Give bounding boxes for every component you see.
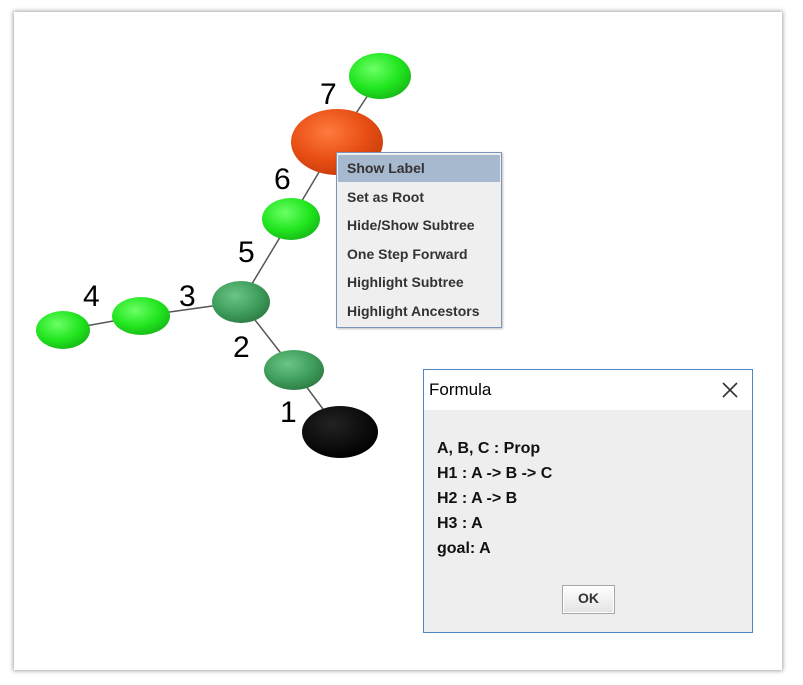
ok-button[interactable]: OK xyxy=(562,585,615,614)
menu-item-set-as-root[interactable]: Set as Root xyxy=(338,184,500,211)
formula-line: A, B, C : Prop xyxy=(437,440,541,457)
close-icon[interactable] xyxy=(718,378,742,402)
tree-node-4a[interactable] xyxy=(112,297,170,335)
menu-item-highlight-subtree[interactable]: Highlight Subtree xyxy=(338,269,500,296)
menu-item-one-step-forward[interactable]: One Step Forward xyxy=(338,241,500,268)
node-label-3: 3 xyxy=(179,280,196,313)
menu-item-show-label[interactable]: Show Label xyxy=(338,155,500,182)
dialog-titlebar[interactable]: Formula xyxy=(424,370,752,410)
node-label-1: 1 xyxy=(280,396,297,429)
menu-item-highlight-ancestors[interactable]: Highlight Ancestors xyxy=(338,298,500,325)
node-label-6: 6 xyxy=(274,163,291,196)
context-menu: Show Label Set as Root Hide/Show Subtree… xyxy=(336,152,502,328)
node-label-5: 5 xyxy=(238,236,255,269)
tree-node-3[interactable] xyxy=(212,281,270,323)
formula-line: H2 : A -> B xyxy=(437,490,518,507)
node-label-4: 4 xyxy=(83,280,100,313)
tree-node-top[interactable] xyxy=(349,53,411,99)
menu-item-hide-show-subtree[interactable]: Hide/Show Subtree xyxy=(338,212,500,239)
formula-line: goal: A xyxy=(437,540,491,557)
node-label-7: 7 xyxy=(320,78,337,111)
formula-line: H3 : A xyxy=(437,515,483,532)
tree-node-root[interactable] xyxy=(302,406,378,458)
formula-line: H1 : A -> B -> C xyxy=(437,465,553,482)
tree-node-4b[interactable] xyxy=(36,311,90,349)
node-label-2: 2 xyxy=(233,331,250,364)
formula-dialog: Formula A, B, C : Prop H1 : A -> B -> C … xyxy=(423,369,753,633)
tree-node-6[interactable] xyxy=(262,198,320,240)
dialog-title: Formula xyxy=(429,380,492,399)
tree-node-2[interactable] xyxy=(264,350,324,390)
